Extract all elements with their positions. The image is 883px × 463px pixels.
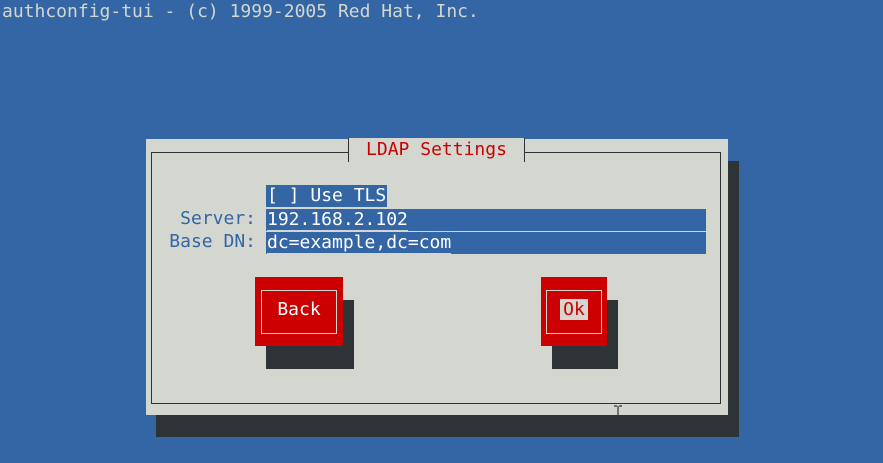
back-button-label: Back [277,299,321,320]
base-dn-input[interactable]: dc=example,dc=com [266,232,706,254]
dialog-frame [151,152,721,404]
server-input[interactable]: 192.168.2.102 [266,209,706,231]
i-beam-cursor-icon [614,405,622,421]
server-value: 192.168.2.102 [267,209,408,231]
use-tls-checkbox[interactable]: [ ] Use TLS [266,185,388,207]
app-title: authconfig-tui - (c) 1999-2005 Red Hat, … [2,1,479,22]
base-dn-value: dc=example,dc=com [267,232,452,254]
server-label: Server: [180,208,256,229]
back-button[interactable]: Back [255,277,343,346]
ok-button[interactable]: Ok [541,277,607,346]
use-tls-label: Use TLS [310,185,387,206]
ok-button-label-wrap: Ok [541,299,607,321]
base-dn-label: Base DN: [169,231,256,252]
ok-button-label: Ok [560,299,588,320]
checkbox-indicator: [ ] [267,185,300,206]
dialog-title: LDAP Settings [348,138,525,162]
